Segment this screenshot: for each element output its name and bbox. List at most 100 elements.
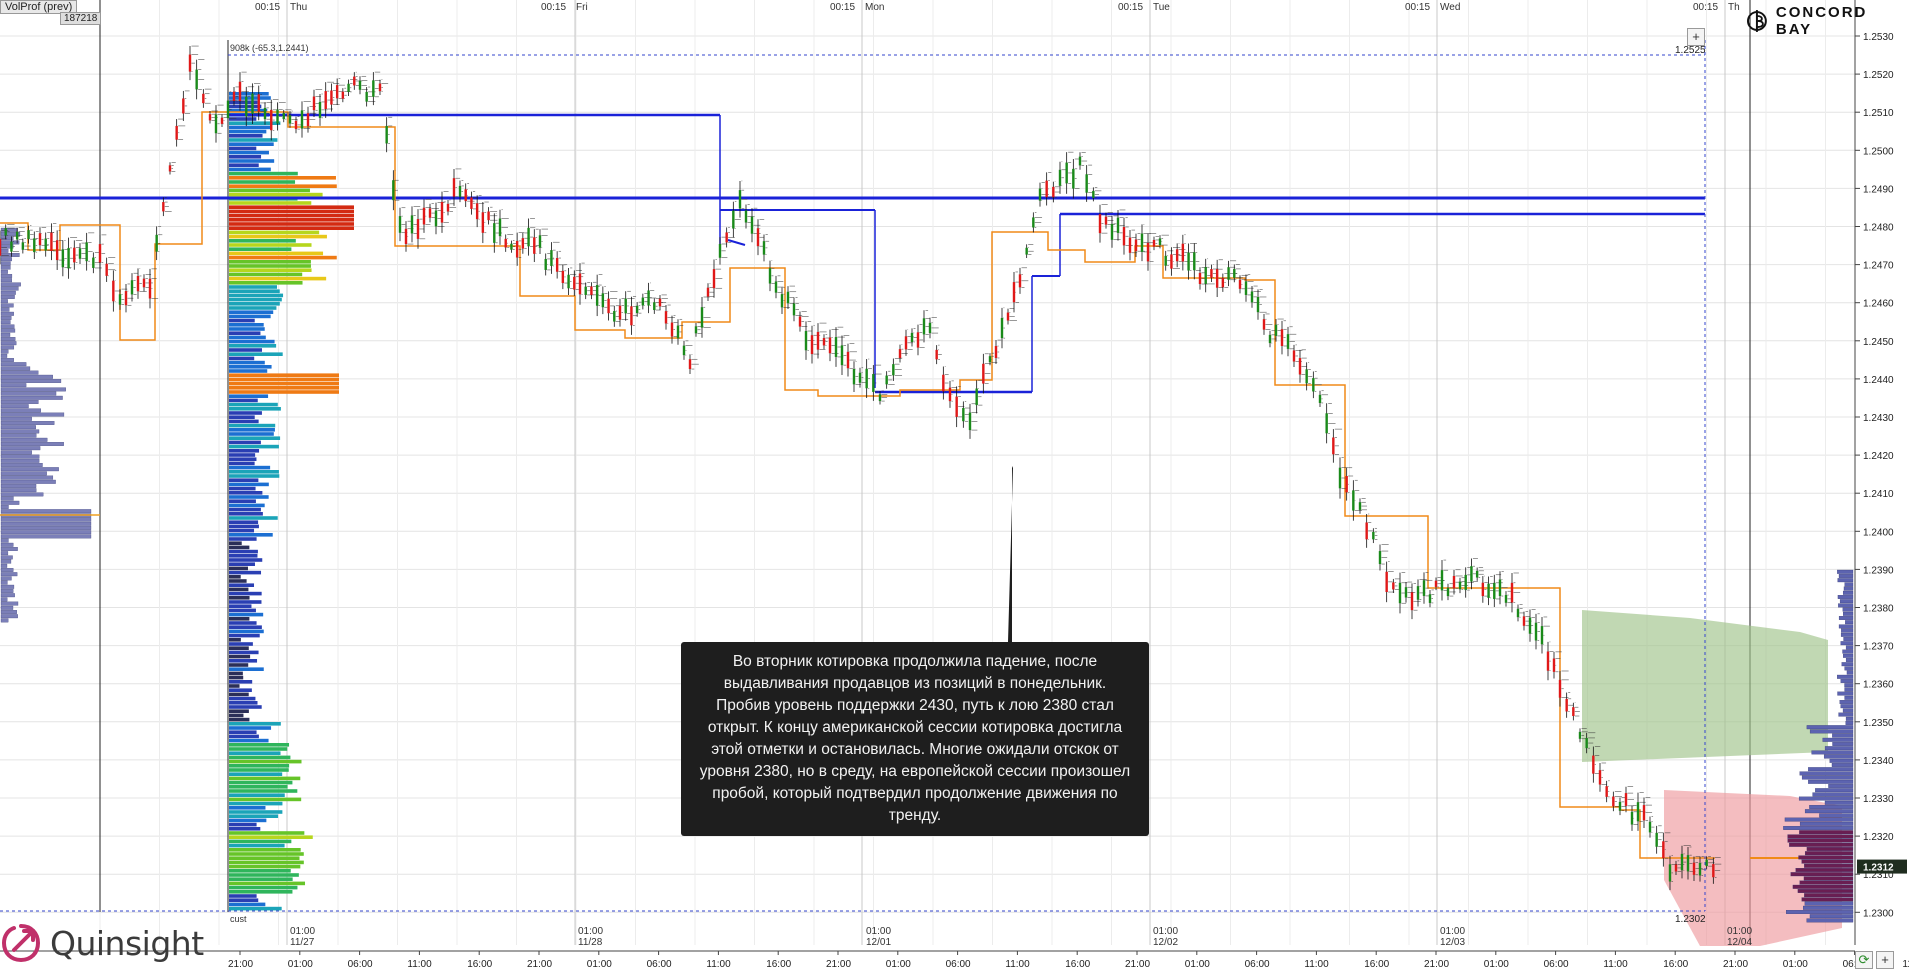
candle-body	[1378, 551, 1382, 565]
volume-profile-left	[0, 227, 100, 623]
profile-bar	[229, 264, 311, 268]
profile-bar	[229, 793, 285, 797]
profile-bar	[229, 495, 269, 499]
profile-bar	[229, 734, 259, 739]
profile-bar	[229, 449, 260, 453]
profile-right-bar	[1798, 855, 1854, 860]
candle-body	[1565, 698, 1568, 712]
candle-body	[1122, 226, 1126, 246]
profile-left-bar	[0, 589, 14, 593]
candle-body	[1134, 239, 1138, 252]
candle-body	[1332, 437, 1335, 455]
refresh-button[interactable]: ⟳	[1855, 951, 1873, 969]
time-label: 16:00	[766, 959, 791, 970]
price-label: 1.2480	[1863, 223, 1894, 234]
candle-body	[533, 237, 536, 254]
candle-body	[214, 114, 218, 134]
candle-body	[1446, 587, 1450, 597]
profile-left-bar	[0, 433, 37, 438]
profile-bar	[229, 440, 261, 445]
profile-left-bar	[0, 316, 12, 320]
profile-bar	[229, 675, 244, 680]
profile-left-bar	[0, 248, 9, 253]
candle-body	[1140, 233, 1144, 252]
candle-body	[148, 278, 152, 299]
time-label: 11:00	[1902, 959, 1909, 970]
date-marker-time: 01:00	[578, 926, 603, 937]
profile-right-bar	[1809, 729, 1854, 734]
candle-body	[975, 388, 978, 406]
candle-body	[1256, 296, 1260, 313]
profile-bar	[229, 398, 258, 403]
profile-bar	[229, 251, 324, 256]
profile-bar	[229, 171, 298, 176]
profile-bar	[229, 743, 290, 747]
candle-body	[1372, 531, 1375, 540]
profile-bar	[229, 121, 281, 125]
add-button[interactable]: +	[1876, 951, 1894, 969]
candle-body	[1358, 502, 1362, 510]
candle-body	[33, 238, 36, 253]
candle-body	[1233, 268, 1236, 278]
profile-right-bar	[1843, 653, 1854, 658]
candle-body	[238, 81, 242, 102]
profile-right-bar	[1806, 847, 1854, 851]
candle-body	[792, 303, 796, 316]
candle-body	[410, 215, 414, 234]
time-label: 11:00	[1304, 959, 1329, 970]
profile-left-bar	[0, 555, 13, 560]
profile-bar	[229, 432, 274, 436]
profile-bar	[229, 428, 275, 432]
profile-left-bar	[0, 492, 44, 497]
profile-bar	[229, 155, 262, 159]
profile-bar	[229, 369, 268, 373]
profile-bar	[229, 146, 257, 151]
profile-bar	[229, 205, 354, 209]
time-label: 06:00	[647, 959, 672, 970]
candle-body	[1006, 312, 1010, 321]
profile-bar	[229, 356, 255, 361]
profile-bar	[229, 537, 257, 541]
range-low-label: 1.2302	[1675, 914, 1706, 925]
date-marker-date: 12/01	[866, 937, 891, 948]
profile-bar	[229, 444, 279, 449]
time-label: 16:00	[1364, 959, 1389, 970]
time-label: 01:00	[288, 959, 313, 970]
profile-right-bar	[1801, 897, 1854, 902]
price-label: 1.2490	[1863, 184, 1894, 195]
top-time-label: 00:15	[830, 2, 855, 13]
profile-bar	[229, 419, 259, 424]
candle-body	[1385, 571, 1388, 593]
profile-left-bar	[0, 341, 17, 346]
profile-bar	[229, 621, 257, 625]
candle-body	[118, 294, 122, 305]
profile-left-bar	[0, 463, 43, 467]
candle-body	[712, 269, 716, 289]
profile-bar	[229, 806, 266, 810]
profile-bar	[229, 873, 299, 877]
profile-bar	[229, 348, 263, 352]
price-label: 1.2390	[1863, 565, 1894, 576]
profile-bar	[229, 297, 282, 302]
profile-right-bar	[1819, 813, 1854, 818]
price-label: 1.2450	[1863, 337, 1894, 348]
top-time-label: 00:15	[541, 2, 566, 13]
candle-body	[892, 364, 895, 376]
candle-body	[968, 412, 972, 431]
profile-bar	[229, 642, 253, 646]
profile-right-bar	[1843, 637, 1854, 641]
candle-body	[898, 349, 902, 359]
candle-body	[232, 91, 236, 101]
time-label: 11:00	[1005, 959, 1030, 970]
candle-body	[1025, 247, 1028, 255]
profile-right-bar	[1846, 670, 1854, 675]
profile-left-bar	[0, 345, 15, 350]
expand-button[interactable]: +	[1687, 28, 1705, 46]
date-marker-date: 12/02	[1153, 937, 1178, 948]
candle-body	[0, 238, 2, 256]
candle-body	[527, 227, 530, 247]
candle-body	[744, 210, 748, 223]
profile-right-bar	[1837, 569, 1854, 574]
candle-body	[1692, 862, 1696, 875]
candle-body	[1078, 156, 1082, 166]
